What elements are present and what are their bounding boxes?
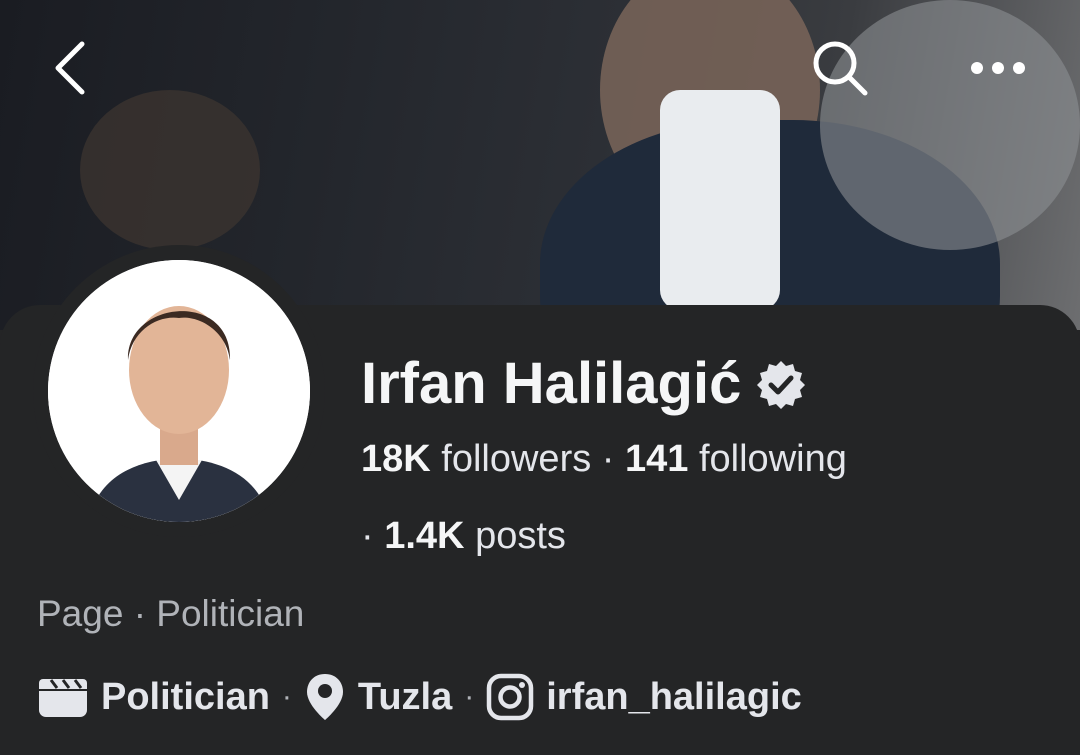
following-link[interactable]: 141 following (625, 438, 847, 480)
posts-count: 1.4K (384, 515, 465, 557)
separator-dot: · (601, 438, 615, 480)
posts-stat: · 1.4K posts (361, 515, 566, 558)
profile-details-row: Politician · Tuzla · irfan_halilagic (37, 672, 802, 722)
followers-link[interactable]: 18K followers (361, 438, 591, 480)
detail-location: Tuzla (357, 675, 453, 718)
map-pin-icon (304, 672, 346, 722)
follow-stats: 18K followers · 141 following (361, 438, 847, 481)
instagram-icon (486, 673, 534, 721)
posts-label: posts (475, 515, 566, 557)
verified-badge-icon (757, 360, 806, 409)
separator-dot: · (281, 680, 292, 713)
separator-dot: · (361, 515, 374, 557)
detail-category: Politician (101, 675, 270, 718)
more-options-button[interactable] (968, 38, 1028, 98)
separator-dot: · (464, 680, 475, 713)
page-category: Page · Politician (37, 593, 305, 634)
search-icon (813, 41, 868, 96)
clapperboard-icon (37, 675, 89, 719)
detail-instagram-link[interactable]: irfan_halilagic (546, 676, 802, 719)
followers-count: 18K (361, 438, 431, 480)
followers-label: followers (441, 438, 592, 480)
avatar-portrait (48, 260, 310, 522)
back-button[interactable] (40, 38, 100, 98)
more-horizontal-icon (971, 62, 1025, 74)
following-label: following (698, 438, 847, 480)
profile-name-row: Irfan Halilagić (361, 350, 807, 417)
profile-name: Irfan Halilagić (361, 351, 742, 416)
search-button[interactable] (810, 38, 870, 98)
following-count: 141 (625, 438, 689, 480)
cover-bg-hands (80, 90, 260, 250)
cover-person-shirt (660, 90, 780, 310)
profile-avatar[interactable] (48, 260, 310, 522)
chevron-left-icon (55, 41, 85, 95)
